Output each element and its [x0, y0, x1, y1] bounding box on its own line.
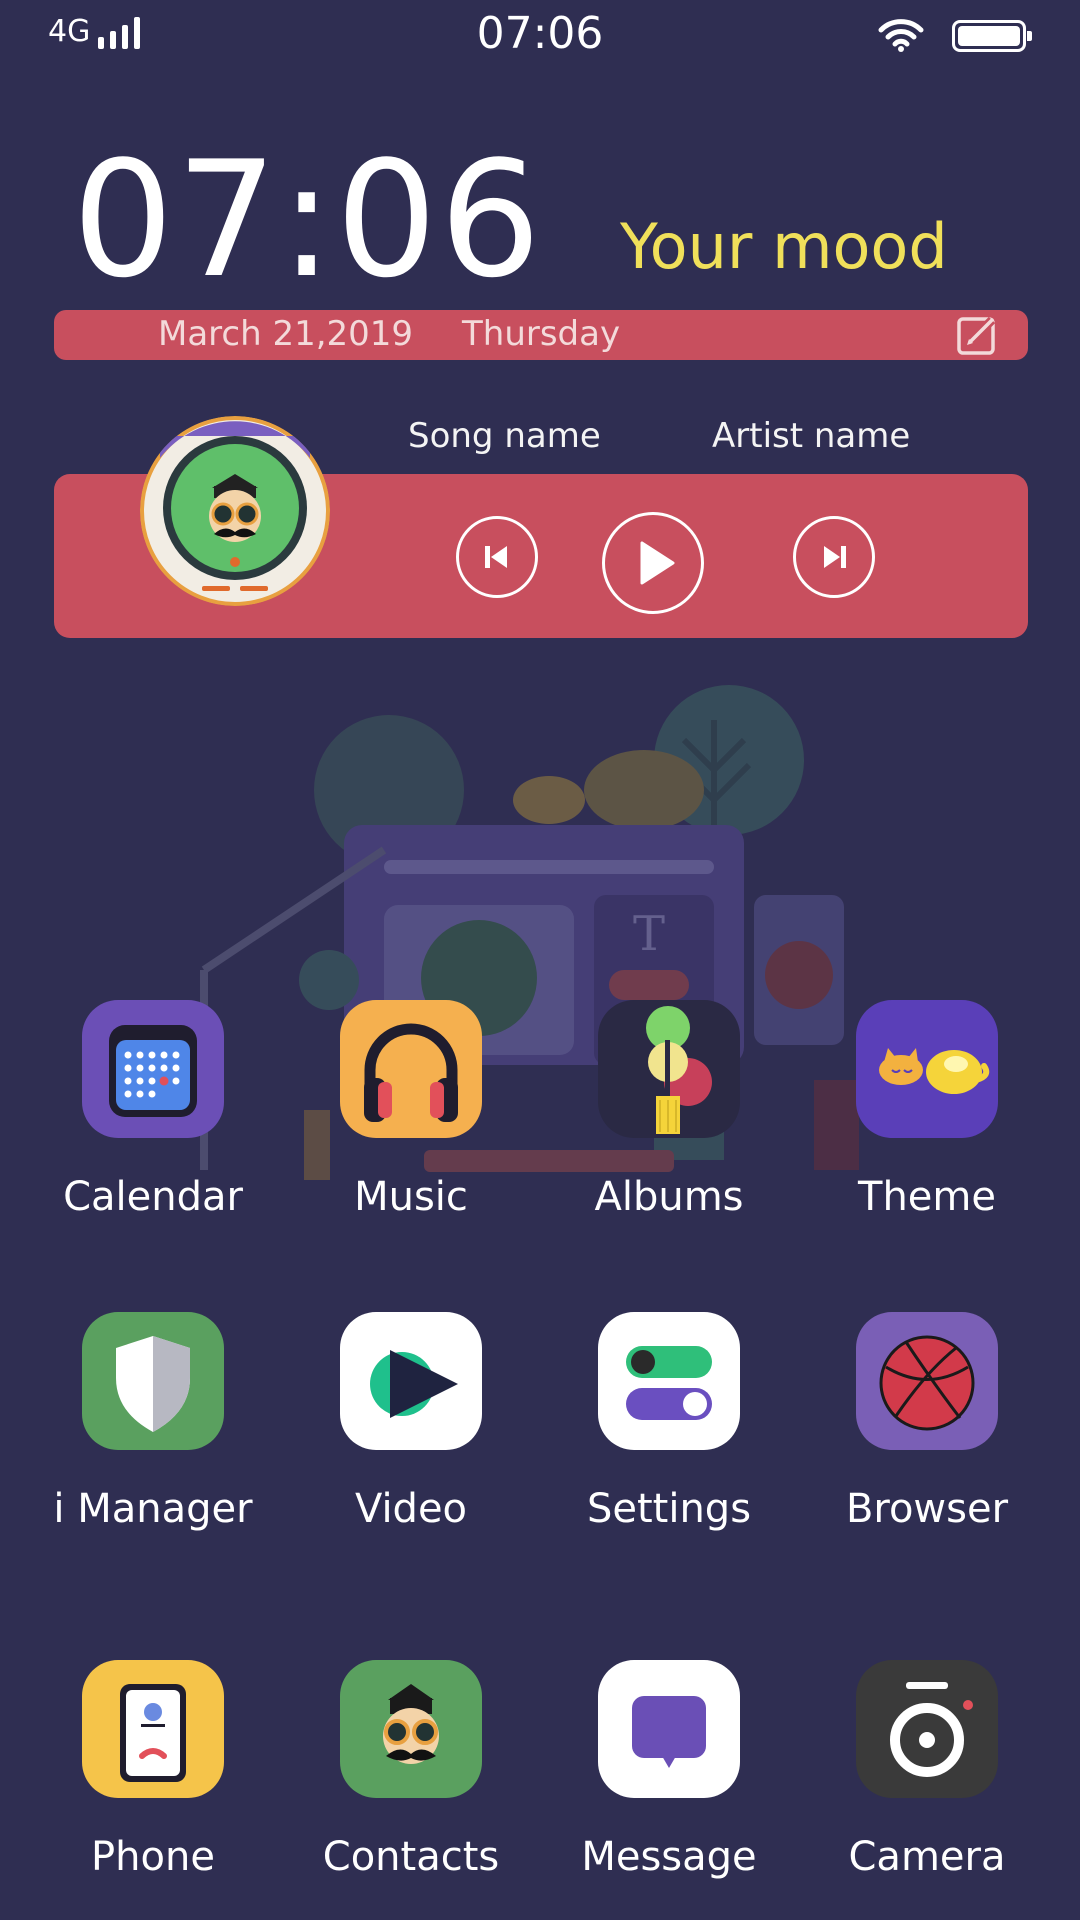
svg-text:T: T	[633, 906, 665, 962]
video-play-icon	[340, 1312, 482, 1450]
app-label: Theme	[858, 1174, 996, 1220]
headphones-icon	[340, 1000, 482, 1138]
battery-icon	[952, 20, 1032, 52]
app-label: Music	[354, 1174, 468, 1220]
app-message[interactable]: Message	[579, 1660, 759, 1880]
app-browser[interactable]: Browser	[837, 1312, 1017, 1532]
app-contacts[interactable]: Contacts	[321, 1660, 501, 1880]
day-label: Thursday	[462, 314, 621, 354]
app-phone[interactable]: Phone	[63, 1660, 243, 1880]
play-icon	[640, 541, 675, 585]
wifi-icon	[878, 19, 924, 52]
camera-icon	[856, 1660, 998, 1798]
phone-icon	[82, 1660, 224, 1798]
app-label: Calendar	[63, 1174, 243, 1220]
app-calendar[interactable]: Calendar	[63, 1000, 243, 1220]
clock-widget-time[interactable]: 07:06	[72, 140, 543, 300]
app-settings[interactable]: Settings	[579, 1312, 759, 1532]
shield-icon	[82, 1312, 224, 1450]
play-button[interactable]	[602, 512, 704, 614]
skip-next-icon	[824, 546, 846, 568]
app-label: Contacts	[322, 1834, 500, 1880]
app-camera[interactable]: Camera	[837, 1660, 1017, 1880]
app-label: Camera	[848, 1834, 1006, 1880]
app-label: Settings	[586, 1486, 752, 1532]
chat-bubble-icon	[598, 1660, 740, 1798]
contact-avatar-icon	[340, 1660, 482, 1798]
app-i-manager[interactable]: i Manager	[53, 1312, 253, 1532]
app-label: Message	[581, 1834, 757, 1880]
app-label: Browser	[845, 1486, 1009, 1532]
edit-icon[interactable]	[956, 314, 998, 356]
calendar-icon	[82, 1000, 224, 1138]
album-art[interactable]	[140, 416, 330, 606]
song-name: Song name	[408, 416, 601, 456]
skip-previous-icon	[485, 546, 507, 568]
app-albums[interactable]: Albums	[579, 1000, 759, 1220]
app-video[interactable]: Video	[321, 1312, 501, 1532]
app-label: Albums	[594, 1174, 744, 1220]
app-label: i Manager	[53, 1486, 253, 1532]
basketball-icon	[856, 1312, 998, 1450]
app-music[interactable]: Music	[321, 1000, 501, 1220]
artist-name: Artist name	[712, 416, 911, 456]
app-theme[interactable]: Theme	[837, 1000, 1017, 1220]
cat-icon	[856, 1000, 998, 1138]
mood-label[interactable]: Your mood	[620, 210, 948, 283]
app-label: Video	[354, 1486, 468, 1532]
previous-button[interactable]	[456, 516, 538, 598]
next-button[interactable]	[793, 516, 875, 598]
tree-icon	[598, 1000, 740, 1138]
date-label: March 21,2019	[158, 314, 414, 354]
toggle-switches-icon	[598, 1312, 740, 1450]
app-label: Phone	[91, 1834, 215, 1880]
